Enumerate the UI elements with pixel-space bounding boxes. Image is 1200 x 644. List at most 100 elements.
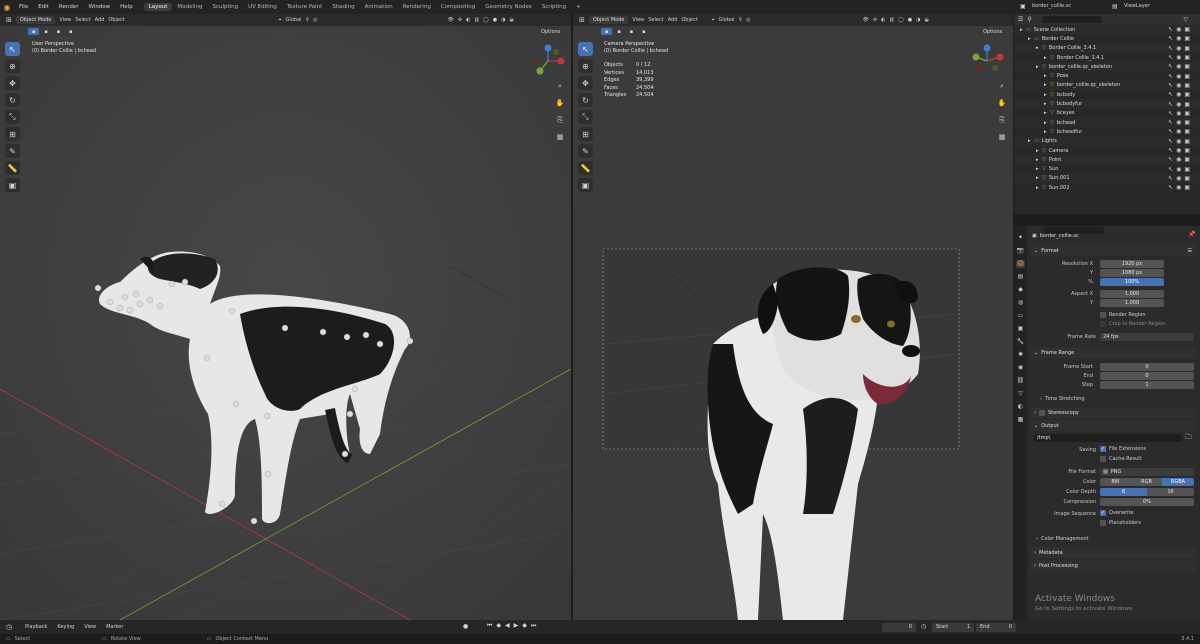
crop-region-checkbox[interactable]: Crop to Render Region [1100,321,1165,327]
options-button[interactable]: Options [979,28,1007,36]
shading-material-icon[interactable]: ◑ [501,17,505,23]
outliner-row[interactable]: ▸ ▽ Border Collie_3.4.1 ↖ ◉ ▣ [1014,43,1200,53]
camera-render-icon[interactable]: ▣ [1184,138,1190,145]
aspect-y-field[interactable]: 1.000 [1100,299,1164,307]
tab-scripting[interactable]: Scripting [537,3,571,11]
camera-render-icon[interactable]: ▣ [1184,91,1190,98]
tab-shading[interactable]: Shading [327,3,359,11]
eye-icon[interactable]: ◉ [1176,35,1181,42]
mode-select[interactable]: Object Mode [588,16,629,24]
grid-toggle-icon[interactable]: ▦ [554,131,566,143]
select-box-icon[interactable]: ↖ [578,42,593,56]
view-layer-tab-icon[interactable]: ▤ [1016,273,1025,281]
frame-start-field[interactable]: 0 [1100,363,1194,371]
shading-wireframe-icon[interactable]: ◯ [898,17,904,23]
eye-icon[interactable]: ◉ [1176,82,1181,89]
camera-render-icon[interactable]: ▣ [1184,175,1190,182]
camera-view-icon[interactable]: ⎘ [996,114,1008,126]
render-region-checkbox[interactable]: Render Region [1100,312,1146,318]
pan-hand-icon[interactable]: ✋ [996,97,1008,109]
camera-render-icon[interactable]: ▣ [1184,147,1190,154]
outliner-row[interactable]: ▸ ▽ Pose ↖ ◉ ▣ [1014,71,1200,80]
jump-start-icon[interactable]: ⏮ [487,622,492,630]
display-mode-icon[interactable]: ☰ [1018,16,1023,23]
eye-icon[interactable]: ◉ [1176,175,1181,182]
presets-icon[interactable]: ☰ [1188,248,1192,254]
measure-icon[interactable]: 📏 [578,161,593,175]
data-tab-icon[interactable]: ▽ [1016,390,1025,398]
outliner-row[interactable]: ▸ ▽ border_collie.qc_skeleton ↖ ◉ ▣ [1014,80,1200,91]
select-arrow-icon[interactable]: ↖ [1168,166,1173,173]
select-arrow-icon[interactable]: ↖ [1168,73,1173,80]
outliner-row[interactable]: ▸ ▽ border_collie.qc_skeleton ↖ ◉ ▣ [1014,62,1200,72]
select-arrow-icon[interactable]: ↖ [1168,175,1173,182]
constraints-tab-icon[interactable]: ⛓ [1016,377,1025,385]
outliner-row[interactable]: ▸ ▽ Point ↖ ◉ ▣ [1014,155,1200,165]
select-arrow-icon[interactable]: ↖ [1168,101,1173,108]
camera-render-icon[interactable]: ▣ [1184,184,1190,191]
scene-tab-icon[interactable]: ◆ [1016,286,1025,294]
tab-uv-editing[interactable]: UV Editing [243,3,282,11]
outliner-row[interactable]: ▸ ▽ Border Collie_3.4.1 ↖ ◉ ▣ [1014,53,1200,62]
outliner-row[interactable]: ▸ ▽ bcbodyfur ↖ ◉ ▣ [1014,99,1200,109]
aspect-x-field[interactable]: 1.000 [1100,290,1164,298]
menu-edit[interactable]: Edit [33,4,54,10]
proportional-icon[interactable]: ◎ [746,17,750,23]
overlay-icon[interactable]: ◐ [466,17,470,23]
menu-help[interactable]: Help [115,4,138,10]
menu-object[interactable]: Object [108,17,124,23]
output-panel-header[interactable]: ⌄ Output [1030,420,1196,431]
outliner-row[interactable]: ▸ ▭ Lights ↖ ◉ ▣ [1014,136,1200,146]
texture-tab-icon[interactable]: ▦ [1016,416,1025,424]
menu-file[interactable]: File [14,4,33,10]
color-management-subpanel[interactable]: › Color Management [1036,536,1089,542]
color-rgb-option[interactable]: RGB [1131,478,1162,486]
snap-icon[interactable]: ⚲ [305,17,309,23]
overwrite-checkbox[interactable]: ✓ Overwrite [1100,510,1134,516]
eye-icon[interactable]: ◉ [1176,110,1181,117]
tab-rendering[interactable]: Rendering [398,3,436,11]
outliner-row[interactable]: ▸ ▽ Sun.002 ↖ ◉ ▣ [1014,183,1200,192]
tool-tab-icon[interactable]: ✦ [1016,234,1025,242]
eye-icon[interactable]: ◉ [1176,119,1181,126]
particles-tab-icon[interactable]: ✺ [1016,351,1025,359]
measure-icon[interactable]: 📏 [5,161,20,175]
eye-icon[interactable]: ◉ [1176,101,1181,108]
start-frame-field[interactable]: Start 1 [932,622,974,632]
shading-wireframe-icon[interactable]: ◯ [483,17,489,23]
shading-rendered-icon[interactable]: ◒ [510,17,514,23]
camera-render-icon[interactable]: ▣ [1184,26,1190,33]
select-box-icon[interactable]: ↖ [5,42,20,56]
tab-animation[interactable]: Animation [360,3,398,11]
clock-icon[interactable]: ◷ [921,623,926,630]
outliner-row[interactable]: ▸ ▽ bcheadfur ↖ ◉ ▣ [1014,127,1200,136]
record-icon[interactable]: ● [463,623,468,630]
outliner-row[interactable]: ▸ ▽ bcbody ↖ ◉ ▣ [1014,90,1200,99]
camera-render-icon[interactable]: ▣ [1184,35,1190,42]
jump-end-icon[interactable]: ⏭ [531,622,536,630]
end-frame-field[interactable]: End 0 [976,622,1016,632]
outliner-search-input[interactable] [1041,16,1102,23]
menu-view[interactable]: View [79,624,101,630]
color-bw-option[interactable]: BW [1100,478,1131,486]
view-layer-icon[interactable]: ▤ [1112,3,1118,10]
resolution-pct-field[interactable]: 100% [1100,278,1164,286]
render-tab-icon[interactable]: 📷 [1016,247,1025,255]
color-rgba-option[interactable]: RGBA [1162,478,1194,486]
options-button[interactable]: Options [537,28,565,36]
menu-select[interactable]: Select [648,17,663,23]
select-arrow-icon[interactable]: ↖ [1168,138,1173,145]
grid-toggle-icon[interactable]: ▦ [996,131,1008,143]
tab-compositing[interactable]: Compositing [436,3,480,11]
menu-select[interactable]: Select [75,17,90,23]
zoom-icon[interactable]: ⌕ [996,80,1008,92]
select-arrow-icon[interactable]: ↖ [1168,54,1173,61]
scene-icon[interactable]: ▣ [1020,3,1026,10]
eye-icon[interactable]: ◉ [1176,63,1181,70]
material-tab-icon[interactable]: ◐ [1016,403,1025,411]
menu-view[interactable]: View [632,17,644,23]
metadata-panel-header[interactable]: › Metadata [1030,547,1196,558]
gizmo-icon[interactable]: ✣ [873,17,877,23]
camera-render-icon[interactable]: ▣ [1184,101,1190,108]
resolution-x-field[interactable]: 1920 px [1100,260,1164,268]
